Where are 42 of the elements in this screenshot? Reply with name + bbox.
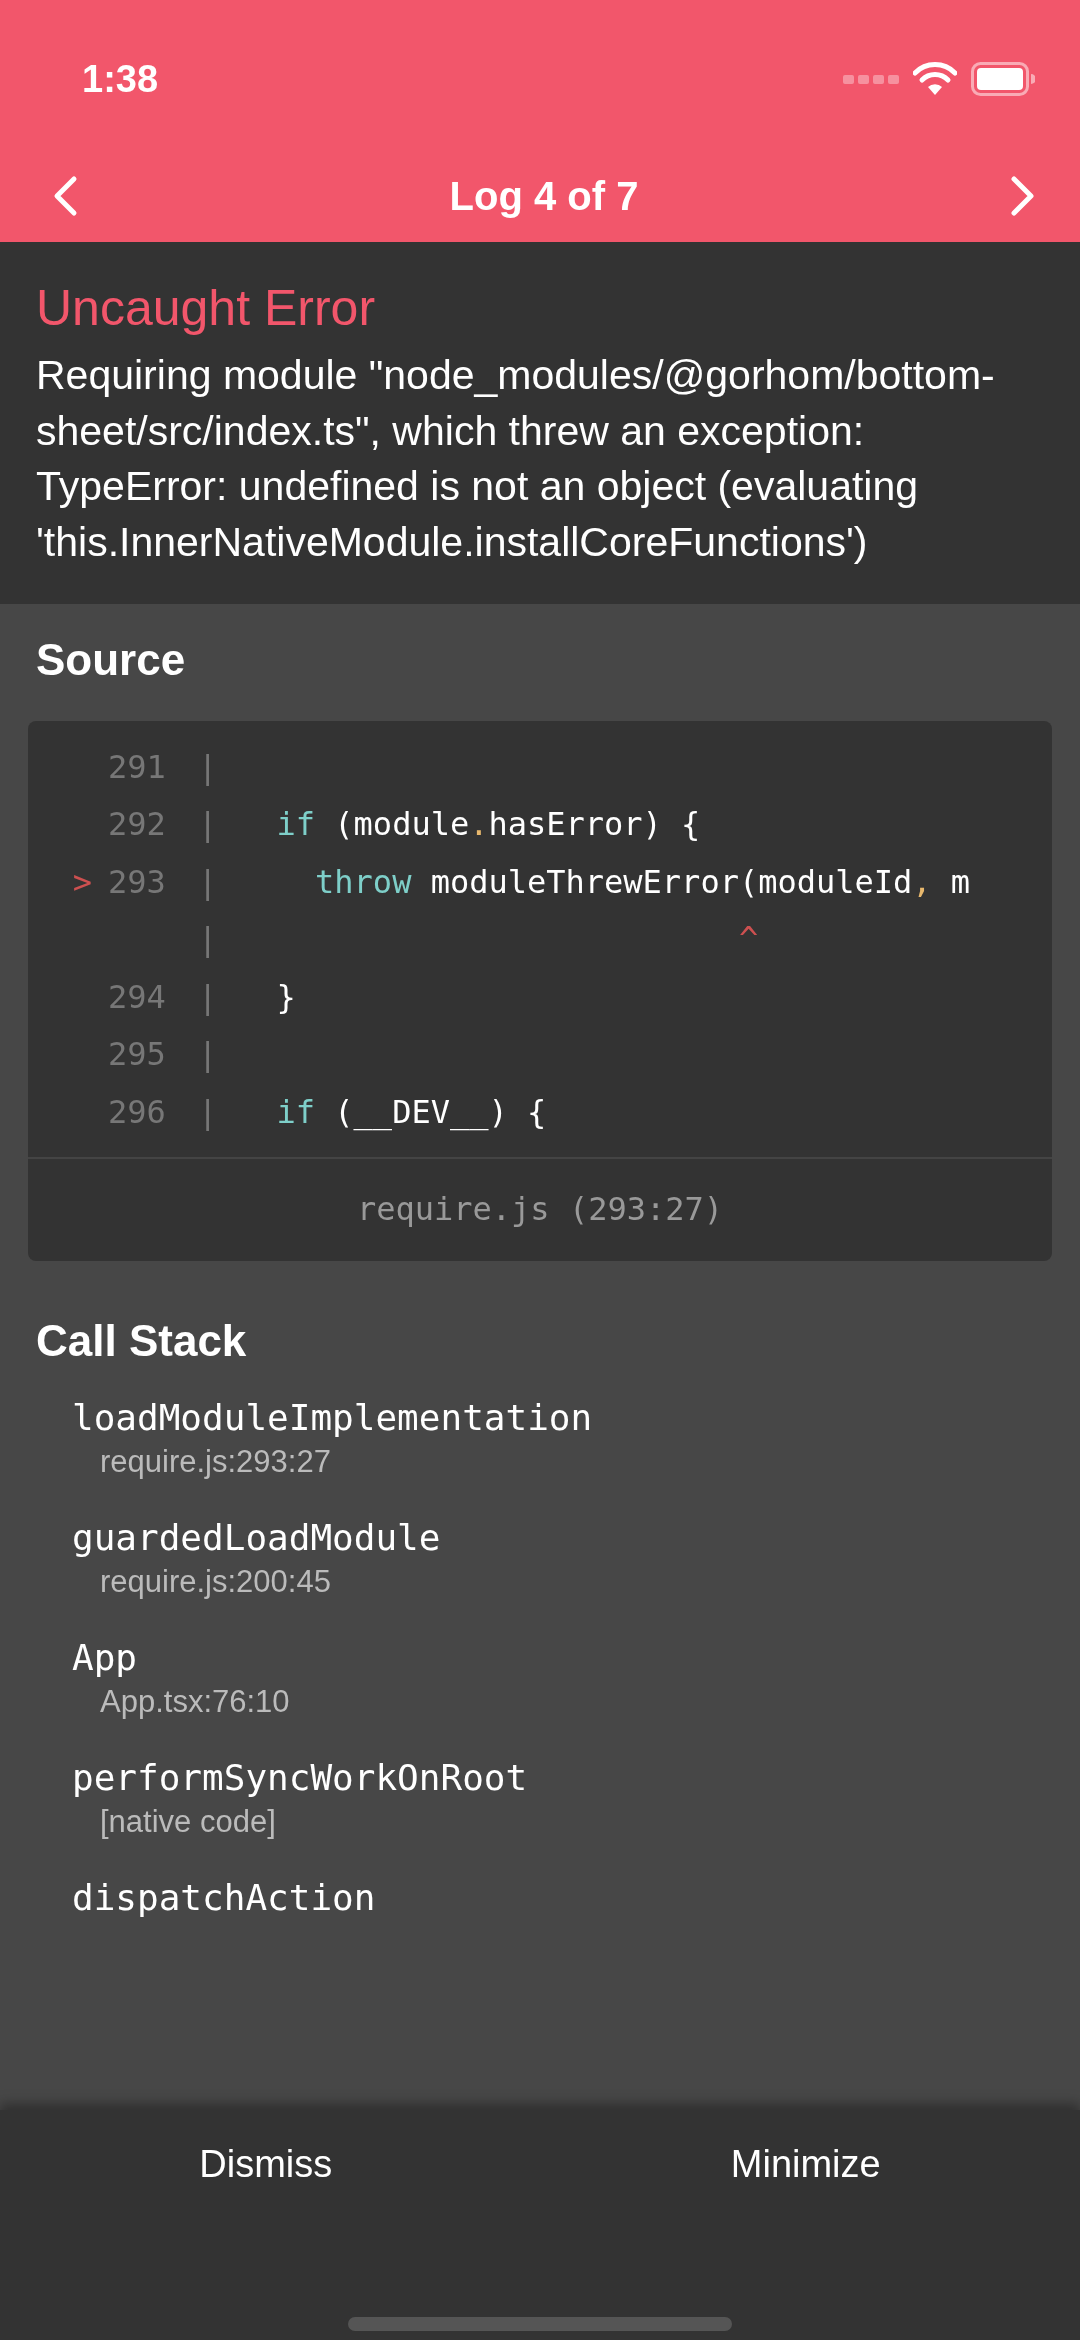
stack-frame-location: require.js:293:27 — [100, 1443, 332, 1482]
stack-frame-method[interactable]: loadModuleImplementation — [72, 1394, 1080, 1443]
line-number: 291 — [108, 747, 166, 786]
signal-icon — [843, 73, 899, 85]
gutter-pipe: | — [198, 920, 218, 959]
line-number: 296 — [108, 1092, 166, 1131]
code-line: } — [275, 977, 296, 1016]
error-title: Uncaught Error — [36, 279, 377, 338]
source-location: require.js (293:27) — [28, 1157, 1052, 1262]
error-message: Requiring module "node_modules/@gorhom/bottom-sheet/src/index.ts", which threw an exception: TypeError: undefined is not an object (evaluating 'this.InnerNativeModule.installCoreFunctions') — [36, 351, 996, 567]
wifi-icon — [913, 62, 957, 96]
line-number: 292 — [108, 805, 166, 844]
gutter-pipe: | — [198, 862, 218, 901]
code-line: throw moduleThrewError(moduleId, m — [314, 862, 971, 901]
status-time: 1:38 — [82, 56, 159, 102]
gutter-pipe: | — [198, 805, 218, 844]
stack-frame-method[interactable]: performSyncWorkOnRoot — [72, 1754, 1080, 1803]
line-number: 294 — [108, 977, 166, 1016]
section-heading: Source — [35, 634, 187, 686]
section-heading: Call Stack — [35, 1315, 248, 1368]
code-line: if (module.hasError) { — [275, 805, 701, 844]
stack-frame-location: require.js:200:45 — [100, 1563, 332, 1602]
stack-frame-location: App.tsx:76:10 — [100, 1683, 291, 1722]
stack-frame-method[interactable]: guardedLoadModule — [72, 1514, 1080, 1563]
current-line-marker: > — [72, 862, 92, 901]
gutter-pipe: | — [198, 977, 218, 1016]
code-line: ^ — [737, 920, 759, 959]
gutter-pipe: | — [198, 1092, 218, 1131]
code-line: if (__DEV__) { — [275, 1092, 547, 1131]
previous-button[interactable] — [52, 175, 78, 217]
battery-icon — [971, 62, 1035, 96]
stack-frame-location: [native code] — [100, 1803, 277, 1842]
stack-frame-method[interactable]: App — [72, 1634, 1080, 1683]
gutter-pipe: | — [198, 1035, 218, 1074]
log-title: Log 4 of 7 — [449, 173, 639, 220]
action-button[interactable]: Minimize — [700, 2122, 911, 2207]
line-number: 293 — [108, 862, 166, 901]
gutter-pipe: | — [198, 747, 218, 786]
action-button[interactable]: Dismiss — [169, 2122, 363, 2207]
next-button[interactable] — [1010, 175, 1036, 217]
stack-frame-method[interactable]: dispatchAction — [72, 1874, 1080, 1923]
line-number: 295 — [108, 1035, 166, 1074]
